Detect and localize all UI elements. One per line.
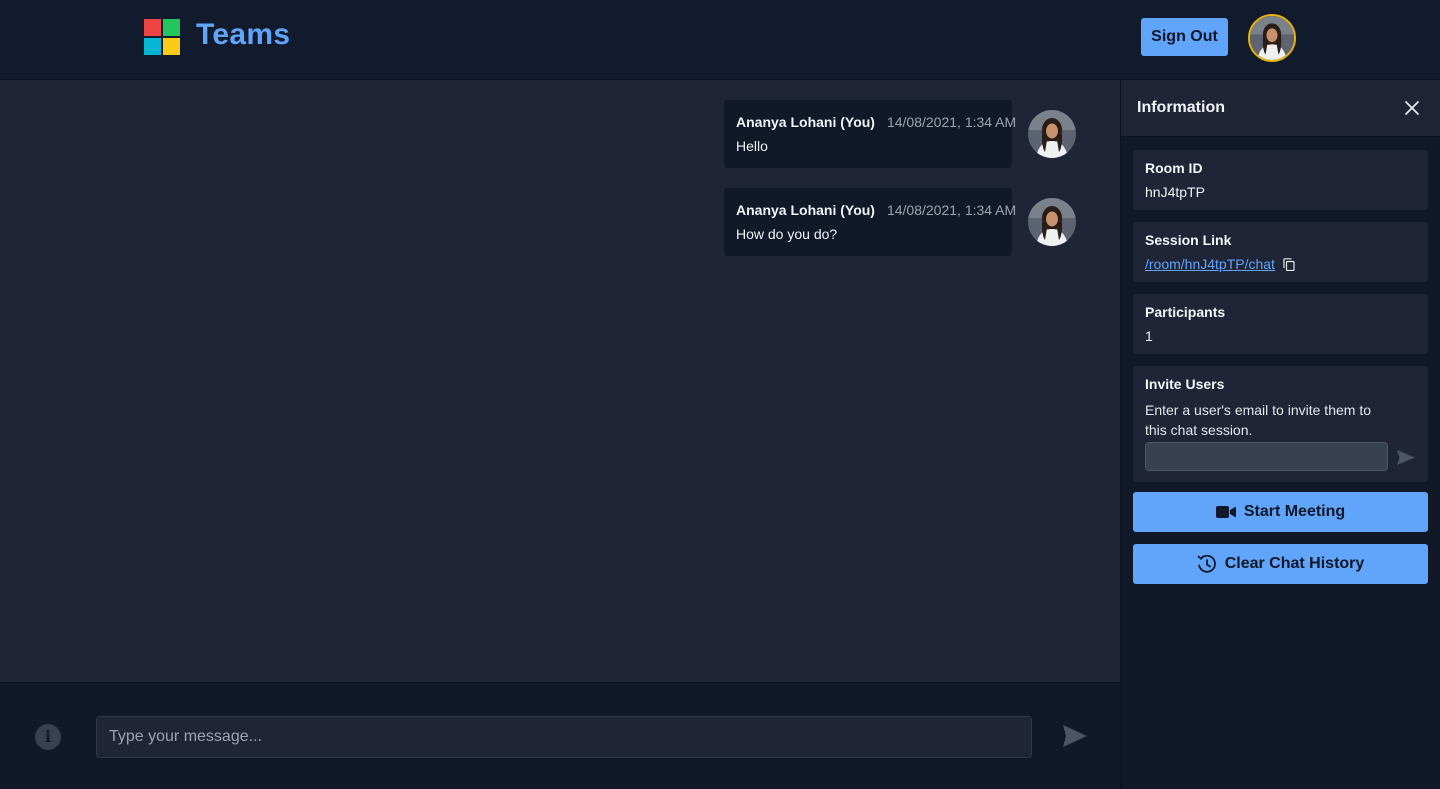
message-input[interactable] bbox=[96, 716, 1032, 758]
message-bubble: Ananya Lohani (You) 14/08/2021, 1:34 AM … bbox=[724, 188, 1016, 256]
message-composer: i bbox=[0, 682, 1120, 789]
logo-square-red bbox=[144, 19, 161, 36]
room-id-value: hnJ4tpTP bbox=[1145, 184, 1205, 200]
message-text: Hello bbox=[736, 138, 768, 154]
user-avatar[interactable] bbox=[1248, 14, 1296, 62]
room-id-label: Room ID bbox=[1145, 160, 1203, 176]
video-camera-icon bbox=[1215, 506, 1236, 518]
participants-count: 1 bbox=[1145, 328, 1153, 344]
message-timestamp: 14/08/2021, 1:34 AM bbox=[886, 114, 1017, 130]
room-id-card: Room ID hnJ4tpTP bbox=[1133, 150, 1428, 210]
logo-square-green bbox=[163, 19, 180, 36]
session-link-card: Session Link /room/hnJ4tpTP/chat bbox=[1133, 222, 1428, 282]
invite-users-label: Invite Users bbox=[1145, 376, 1225, 392]
participants-label: Participants bbox=[1145, 304, 1226, 320]
participants-card: Participants 1 bbox=[1133, 294, 1428, 354]
send-icon[interactable] bbox=[1062, 724, 1088, 748]
invite-send-icon[interactable] bbox=[1396, 449, 1416, 466]
history-icon bbox=[1197, 554, 1216, 573]
app-brand: Teams bbox=[196, 18, 291, 51]
invite-users-card: Invite Users Enter a user's email to inv… bbox=[1133, 366, 1428, 482]
copy-icon[interactable] bbox=[1283, 258, 1295, 271]
session-link[interactable]: /room/hnJ4tpTP/chat bbox=[1145, 256, 1275, 272]
info-glyph: i bbox=[44, 727, 52, 746]
message-author: Ananya Lohani (You) bbox=[736, 114, 875, 130]
clear-chat-history-label: Clear Chat History bbox=[1224, 555, 1365, 572]
message-bubble: Ananya Lohani (You) 14/08/2021, 1:34 AM … bbox=[724, 100, 1016, 168]
message-avatar bbox=[1028, 110, 1076, 158]
message-text: How do you do? bbox=[736, 226, 838, 242]
logo-square-cyan bbox=[144, 38, 161, 55]
app-logo bbox=[144, 19, 180, 55]
session-link-label: Session Link bbox=[1145, 232, 1232, 248]
message-author: Ananya Lohani (You) bbox=[736, 202, 875, 218]
avatar-image bbox=[1028, 110, 1076, 158]
message-avatar bbox=[1028, 198, 1076, 246]
info-icon[interactable]: i bbox=[35, 724, 61, 750]
sidebar-header: Information bbox=[1121, 80, 1440, 137]
information-sidebar: Information Room ID hnJ4tpTP Session Lin… bbox=[1120, 80, 1440, 789]
message-timestamp: 14/08/2021, 1:34 AM bbox=[886, 202, 1017, 218]
clear-chat-history-button[interactable]: Clear Chat History bbox=[1133, 544, 1428, 584]
logo-square-yellow bbox=[163, 38, 180, 55]
avatar-image bbox=[1250, 16, 1294, 60]
close-icon[interactable] bbox=[1404, 100, 1420, 116]
invite-users-description: Enter a user's email to invite them to t… bbox=[1145, 402, 1371, 438]
start-meeting-label: Start Meeting bbox=[1243, 503, 1346, 520]
chat-panel: Ananya Lohani (You) 14/08/2021, 1:34 AM … bbox=[0, 80, 1120, 682]
top-header: Teams Sign Out bbox=[0, 0, 1440, 80]
invite-email-input[interactable] bbox=[1145, 442, 1388, 471]
start-meeting-button[interactable]: Start Meeting bbox=[1133, 492, 1428, 532]
avatar-image bbox=[1028, 198, 1076, 246]
sign-out-button[interactable]: Sign Out bbox=[1141, 18, 1228, 56]
sidebar-title: Information bbox=[1137, 99, 1225, 116]
